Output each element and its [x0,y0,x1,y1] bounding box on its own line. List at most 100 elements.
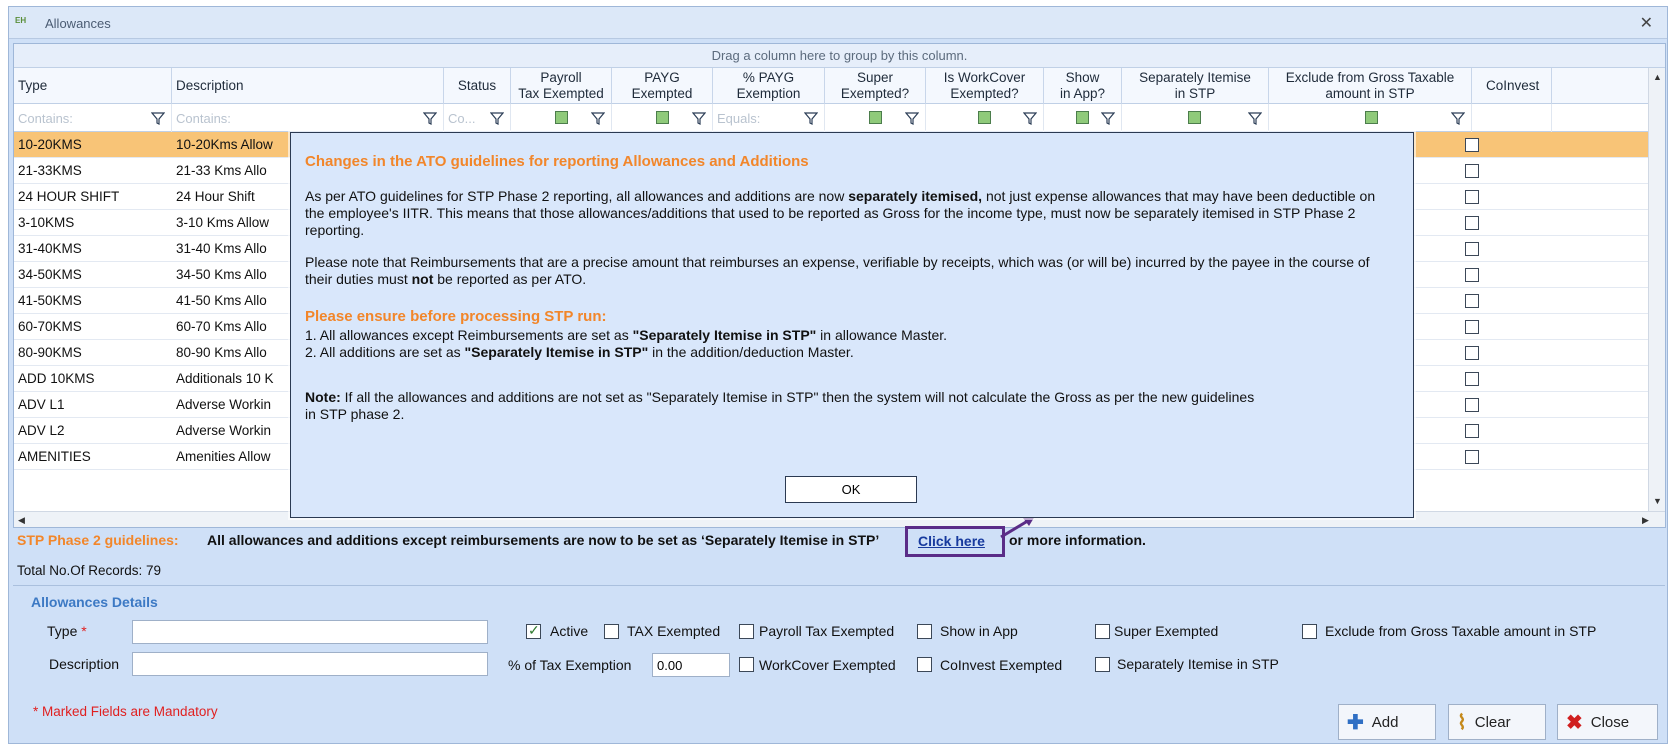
exclude-gross-cell-checkbox[interactable] [1465,372,1479,386]
column-header-separately-itemise[interactable]: Separately Itemise in STP [1122,68,1269,104]
header-line: Tax Exempted [518,86,604,101]
exclude-gross-label: Exclude from Gross Taxable amount in STP [1325,623,1597,639]
cell-description: 80-90 Kms Allo [176,345,267,360]
exclude-gross-cell-checkbox[interactable] [1465,450,1479,464]
filter-icon[interactable] [1451,111,1465,125]
type-input[interactable] [132,620,488,644]
filter-icon[interactable] [151,111,165,125]
column-header-coinvest[interactable]: CoInvest [1472,68,1552,104]
column-header-description[interactable]: Description [172,68,444,104]
column-header-exclude-gross[interactable]: Exclude from Gross Taxable amount in STP [1269,68,1472,104]
filter-checkbox[interactable] [656,111,669,124]
cell-type: 3-10KMS [18,215,75,230]
column-header-show-app[interactable]: Show in App? [1044,68,1122,104]
column-header-payroll-tax[interactable]: Payroll Tax Exempted [511,68,612,104]
type-label: Type * [47,623,87,639]
add-button[interactable]: ✚ Add [1338,704,1436,740]
filter-description[interactable]: Contains: [172,104,444,132]
tax-exempted-checkbox[interactable] [604,624,619,639]
exclude-gross-cell-checkbox[interactable] [1465,346,1479,360]
pointer-arrow-icon [1000,516,1035,539]
filter-icon[interactable] [692,111,706,125]
filter-exclude-gross[interactable] [1269,104,1472,132]
exclude-gross-cell-checkbox[interactable] [1465,268,1479,282]
filter-checkbox[interactable] [869,111,882,124]
exclude-gross-cell-checkbox[interactable] [1465,190,1479,204]
filter-icon[interactable] [1101,111,1115,125]
filter-checkbox[interactable] [978,111,991,124]
description-label: Description [49,656,120,672]
coinvest-exempted-checkbox[interactable] [917,657,932,672]
column-header-super[interactable]: Super Exempted? [825,68,926,104]
details-title: Allowances Details [31,594,158,610]
filter-separately-itemise[interactable] [1122,104,1269,132]
filter-icon[interactable] [905,111,919,125]
cell-type: 80-90KMS [18,345,82,360]
filter-checkbox[interactable] [1188,111,1201,124]
filter-placeholder: Co... [448,111,476,126]
payroll-tax-exempted-checkbox[interactable] [739,624,754,639]
exclude-gross-cell-checkbox[interactable] [1465,294,1479,308]
scroll-up-icon[interactable]: ▲ [1653,72,1662,82]
exclude-gross-cell-checkbox[interactable] [1465,398,1479,412]
column-header-status[interactable]: Status [444,68,511,104]
exclude-gross-cell-checkbox[interactable] [1465,320,1479,334]
ok-button[interactable]: OK [785,476,917,503]
vertical-scrollbar[interactable]: ▲ ▼ [1648,68,1665,511]
filter-workcover[interactable] [926,104,1044,132]
filter-icon[interactable] [423,111,437,125]
exclude-gross-cell-checkbox[interactable] [1465,138,1479,152]
cell-type: 41-50KMS [18,293,82,308]
column-header-pct-payg[interactable]: % PAYG Exemption [713,68,825,104]
cell-description: Adverse Workin [176,423,272,438]
active-checkbox[interactable] [526,622,541,639]
exclude-gross-cell-checkbox[interactable] [1465,242,1479,256]
filter-icon[interactable] [490,111,504,125]
exclude-gross-checkbox[interactable] [1302,624,1317,639]
scroll-right-icon[interactable]: ▶ [1642,515,1649,526]
scroll-down-icon[interactable]: ▼ [1653,496,1662,506]
scroll-left-icon[interactable]: ◀ [18,515,25,526]
super-exempted-checkbox[interactable] [1095,624,1110,639]
clear-button[interactable]: ⌇ Clear [1448,704,1546,740]
header-line: Exclude from Gross Taxable [1285,70,1455,85]
filter-icon[interactable] [1023,111,1037,125]
filter-show-app[interactable] [1044,104,1122,132]
column-header-workcover[interactable]: Is WorkCover Exempted? [926,68,1044,104]
pct-tax-exemption-input[interactable] [652,653,730,677]
filter-checkbox[interactable] [555,111,568,124]
filter-checkbox[interactable] [1076,111,1089,124]
exclude-gross-cell-checkbox[interactable] [1465,164,1479,178]
workcover-exempted-checkbox[interactable] [739,657,754,672]
filter-super[interactable] [825,104,926,132]
close-x-icon: ✖ [1566,711,1583,734]
text-run: If all the allowances and additions are … [305,389,1255,422]
tax-exempted-label: TAX Exempted [627,623,721,639]
filter-placeholder: Contains: [18,111,73,126]
exclude-gross-cell-checkbox[interactable] [1465,424,1479,438]
group-by-panel[interactable]: Drag a column here to group by this colu… [14,44,1665,68]
filter-checkbox[interactable] [1365,111,1378,124]
text-run: 1. All allowances except Reimbursements … [305,327,633,343]
filter-coinvest[interactable] [1472,104,1663,132]
close-button[interactable]: ✖ Close [1557,704,1658,740]
stp-text: All allowances and additions except reim… [207,532,880,548]
description-input[interactable] [132,652,488,676]
close-icon[interactable]: ✕ [1640,13,1653,33]
filter-icon[interactable] [804,111,818,125]
filter-icon[interactable] [1248,111,1262,125]
column-header-payg[interactable]: PAYG Exempted [612,68,713,104]
filter-payroll-tax[interactable] [511,104,612,132]
filter-icon[interactable] [591,111,605,125]
filter-status[interactable]: Co... [444,104,511,132]
filter-pct-payg[interactable]: Equals: [713,104,825,132]
filter-payg[interactable] [612,104,713,132]
column-header-type[interactable]: Type [14,68,172,104]
exclude-gross-cell-checkbox[interactable] [1465,216,1479,230]
filter-type[interactable]: Contains: [14,104,172,132]
separately-itemise-checkbox[interactable] [1095,657,1110,672]
click-here-link[interactable]: Click here [918,533,985,549]
show-in-app-checkbox[interactable] [917,624,932,639]
dialog-list-item-1: 1. All allowances except Reimbursements … [305,327,1395,344]
type-label-text: Type [47,623,78,639]
